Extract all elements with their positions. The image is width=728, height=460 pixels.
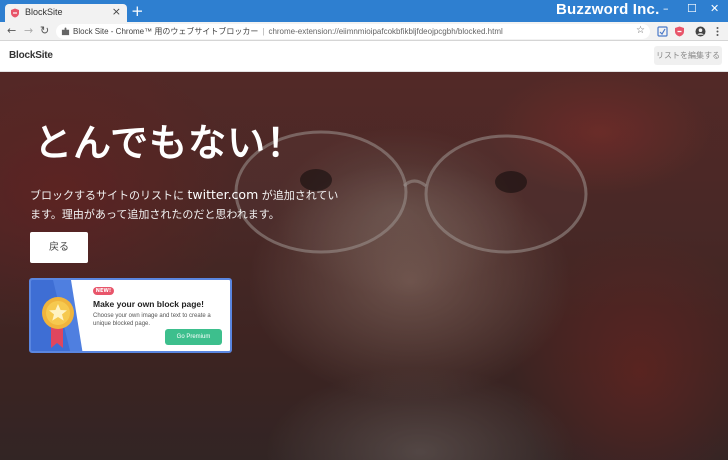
brand-watermark: Buzzword Inc. xyxy=(556,1,660,18)
tab-close-icon[interactable]: × xyxy=(112,5,121,18)
maximize-icon[interactable]: ☐ xyxy=(687,2,697,15)
blocked-site-name: twitter.com xyxy=(187,187,259,202)
address-bar[interactable]: Block Site - Chrome™ 用のウェブサイトブロッカー | chrom… xyxy=(56,24,650,39)
new-tab-button[interactable]: + xyxy=(131,3,144,19)
blocked-message: ブロックするサイトのリストに twitter.com が追加されています。理由が… xyxy=(30,185,340,224)
blocksite-favicon-icon xyxy=(11,8,19,18)
edit-list-button[interactable]: リストを編集する xyxy=(654,46,722,65)
medal-icon xyxy=(31,280,83,351)
reload-icon[interactable]: ↻ xyxy=(40,24,49,37)
omnibox-separator: | xyxy=(262,27,265,36)
new-badge: NEW! xyxy=(93,287,114,295)
blocksite-extension-icon[interactable] xyxy=(674,26,685,37)
browser-toolbar: ← → ↻ Block Site - Chrome™ 用のウェブサイトブロッカー… xyxy=(0,22,728,41)
page-title: とんでもない！ xyxy=(34,121,306,165)
blocked-message-before: ブロックするサイトのリストに xyxy=(30,189,184,202)
forward-arrow-icon[interactable]: → xyxy=(24,24,33,37)
tab-title: BlockSite xyxy=(25,7,63,17)
premium-promo-card[interactable]: NEW! Make your own block page! Choose yo… xyxy=(29,278,232,353)
window-titlebar: BlockSite × + Buzzword Inc. – ☐ ✕ xyxy=(0,0,728,22)
go-back-button[interactable]: 戻る xyxy=(30,232,88,263)
app-header: BlockSite リストを編集する xyxy=(0,41,728,72)
omnibox-url: chrome-extension://eiimnmioipafcokbfikbl… xyxy=(268,27,503,36)
hero-background-image: とんでもない！ ブロックするサイトのリストに twitter.com が追加され… xyxy=(0,72,728,460)
back-arrow-icon[interactable]: ← xyxy=(7,24,16,37)
blocksite-logo[interactable]: BlockSite xyxy=(9,50,53,61)
bookmark-star-icon[interactable]: ☆ xyxy=(636,25,645,36)
kebab-menu-icon[interactable] xyxy=(712,26,723,37)
minimize-icon[interactable]: – xyxy=(663,2,669,15)
promo-title: Make your own block page! xyxy=(93,299,204,309)
extension-puzzle-icon xyxy=(61,27,70,36)
tab-blocksite[interactable]: BlockSite × xyxy=(5,4,127,22)
promo-description: Choose your own image and text to create… xyxy=(93,313,211,327)
omnibox-page-title: Block Site - Chrome™ 用のウェブサイトブロッカー xyxy=(73,27,259,36)
extension-icon[interactable] xyxy=(657,26,668,37)
go-premium-button[interactable]: Go Premium xyxy=(165,329,222,345)
close-window-icon[interactable]: ✕ xyxy=(710,2,719,15)
profile-avatar-icon[interactable] xyxy=(695,26,706,37)
